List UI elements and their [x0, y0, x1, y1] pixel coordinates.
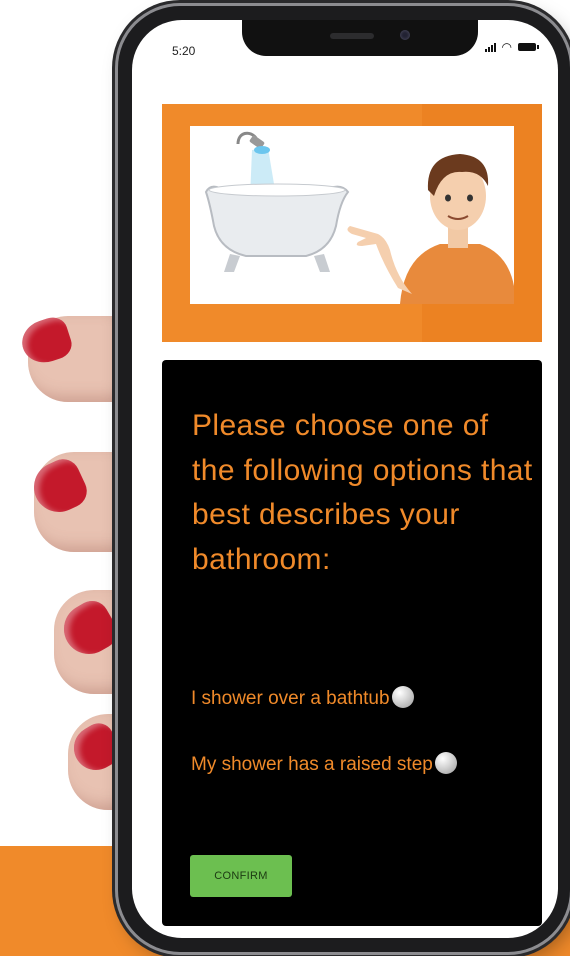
- camera-icon: [400, 30, 410, 40]
- hero-illustration: [190, 126, 514, 304]
- phone-frame: 5:20 ◠ Please choose one of the followin…: [118, 6, 570, 952]
- status-time: 5:20: [172, 44, 196, 58]
- question-card: Please choose one of the following optio…: [162, 360, 542, 926]
- notch: [242, 20, 478, 56]
- hero-panel: [162, 104, 542, 342]
- bathtub-man-illustration: [204, 131, 514, 304]
- phone-screen: 5:20 ◠ Please choose one of the followin…: [132, 20, 558, 938]
- radio-button[interactable]: [434, 752, 457, 774]
- status-icons: ◠: [484, 40, 539, 54]
- signal-icon: [484, 42, 496, 52]
- wifi-icon: ◠: [501, 40, 512, 54]
- option-label: My shower has a raised step: [191, 754, 433, 775]
- option-raised-step[interactable]: My shower has a raised step: [191, 750, 491, 780]
- option-label: I shower over a bathtub: [191, 688, 390, 709]
- radio-button[interactable]: [391, 686, 414, 708]
- speaker: [330, 33, 374, 39]
- confirm-button[interactable]: CONFIRM: [190, 855, 292, 897]
- battery-icon: [518, 43, 539, 51]
- question-text: Please choose one of the following optio…: [192, 409, 533, 576]
- option-bathtub[interactable]: I shower over a bathtub: [191, 684, 414, 714]
